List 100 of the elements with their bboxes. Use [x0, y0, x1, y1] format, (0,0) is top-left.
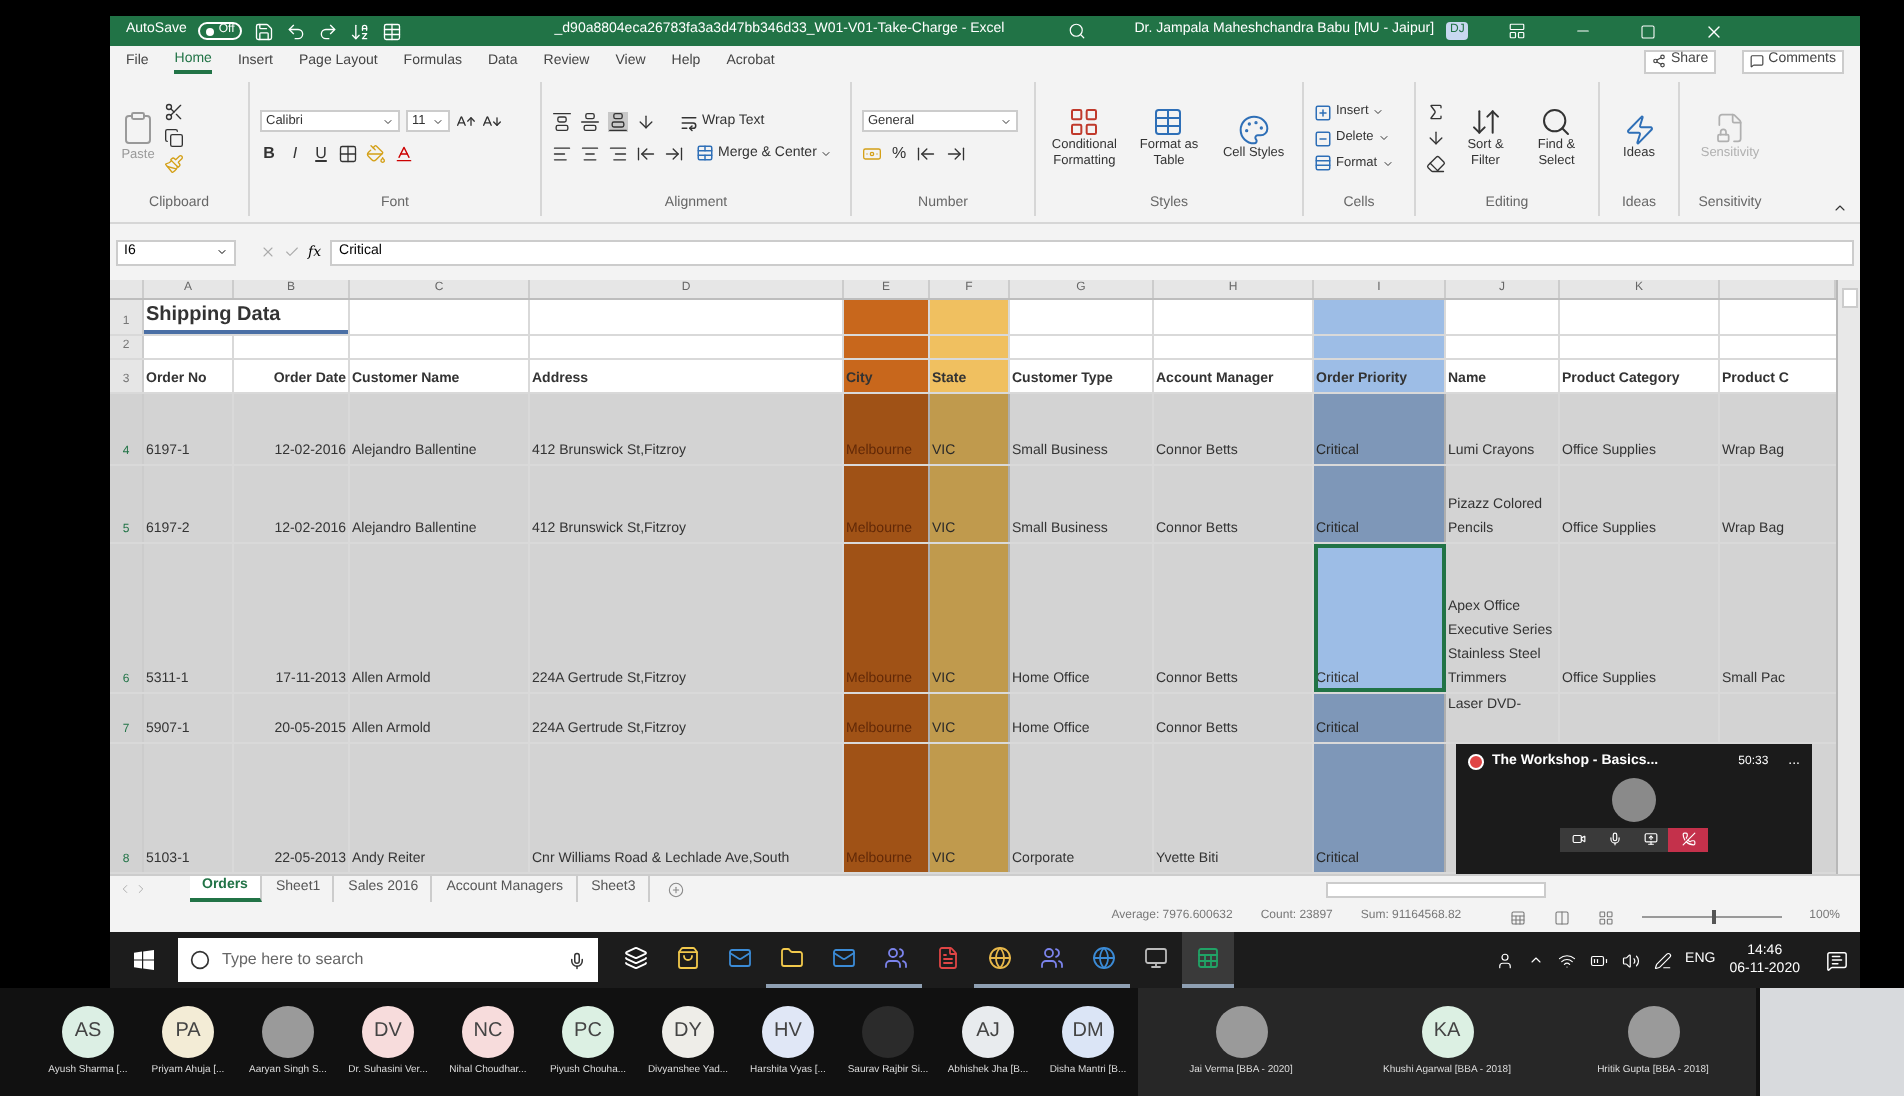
- add-sheet-icon[interactable]: [667, 881, 684, 897]
- people-icon[interactable]: [1495, 951, 1514, 969]
- table-cell[interactable]: [1446, 300, 1560, 334]
- bottom-align-icon[interactable]: [608, 112, 628, 133]
- top-align-icon[interactable]: [552, 112, 572, 133]
- page-layout-icon[interactable]: [1553, 909, 1570, 925]
- clear-icon[interactable]: [1426, 154, 1446, 174]
- table-cell[interactable]: [530, 336, 844, 358]
- avatar-placeholder: [1612, 777, 1656, 821]
- spreadsheet-icon: [1196, 946, 1220, 970]
- search-icon: [190, 950, 210, 970]
- ribbon-display-icon[interactable]: [1508, 22, 1527, 40]
- participant-avatar: AJ: [962, 1005, 1014, 1058]
- folder-icon: [780, 946, 804, 970]
- fill-icon[interactable]: [1426, 128, 1446, 148]
- increase-decimal-icon[interactable]: [916, 144, 937, 164]
- hang-up-icon: [1681, 832, 1695, 846]
- volume-icon[interactable]: [1621, 951, 1640, 969]
- decrease-decimal-icon[interactable]: [946, 144, 967, 164]
- sort-icon[interactable]: [350, 21, 371, 41]
- avatar-placeholder: [862, 1005, 914, 1058]
- network-icon[interactable]: [1557, 951, 1576, 969]
- normal-view-icon[interactable]: [1509, 909, 1526, 925]
- notifications-icon[interactable]: [1826, 949, 1848, 971]
- vertical-scrollbar[interactable]: [1836, 280, 1860, 874]
- autosum-icon[interactable]: [1426, 102, 1446, 122]
- font-style-button[interactable]: B: [260, 142, 278, 166]
- participant-avatar: PA: [162, 1005, 214, 1058]
- table-cell[interactable]: [844, 336, 930, 358]
- undo-icon[interactable]: [286, 21, 307, 41]
- font-style-button[interactable]: U: [312, 142, 330, 166]
- close-icon[interactable]: [1704, 21, 1725, 41]
- table-cell[interactable]: [844, 300, 930, 334]
- globe-icon: [988, 946, 1012, 970]
- table-cell[interactable]: [144, 336, 234, 358]
- task-view-icon: [624, 946, 648, 970]
- table-cell[interactable]: [1446, 336, 1560, 358]
- page-break-icon[interactable]: [1597, 909, 1614, 925]
- middle-align-icon[interactable]: [580, 112, 600, 133]
- copy-icon[interactable]: [164, 128, 184, 148]
- table-cell[interactable]: [1560, 300, 1720, 334]
- battery-icon[interactable]: [1589, 951, 1608, 969]
- save-icon[interactable]: [254, 21, 275, 41]
- camera-icon: [1571, 832, 1585, 846]
- participant-avatar: DY: [662, 1005, 714, 1058]
- shrink-font-icon[interactable]: [482, 111, 502, 131]
- table-cell[interactable]: [1720, 300, 1836, 334]
- table-cell[interactable]: [1010, 336, 1154, 358]
- table-cell[interactable]: [530, 300, 844, 334]
- horizontal-scrollbar[interactable]: [1325, 881, 1546, 897]
- show-hidden-icon[interactable]: [1527, 952, 1544, 968]
- cut-icon[interactable]: [164, 102, 184, 122]
- table-cell[interactable]: [1560, 336, 1720, 358]
- align-right-icon[interactable]: [608, 143, 628, 164]
- shopping-bag-icon: [676, 946, 700, 970]
- participant-avatar: DV: [362, 1005, 414, 1058]
- increase-indent-icon[interactable]: [664, 143, 684, 164]
- participant-avatar: NC: [462, 1005, 514, 1058]
- table-cell[interactable]: [350, 300, 530, 334]
- editing-icon: [1540, 106, 1573, 138]
- screen-icon: [1643, 832, 1657, 846]
- table-icon[interactable]: [382, 21, 403, 41]
- styles-icon: [1152, 106, 1185, 138]
- search-icon[interactable]: [1068, 22, 1087, 40]
- maximize-icon[interactable]: [1640, 23, 1657, 39]
- zoom-thumb[interactable]: [1711, 910, 1716, 924]
- redo-icon[interactable]: [318, 21, 339, 41]
- mail-icon: [832, 946, 856, 970]
- table-cell[interactable]: [234, 336, 350, 358]
- font-color-icon[interactable]: [394, 144, 414, 164]
- windows-logo-icon[interactable]: [134, 950, 154, 970]
- cells-icon: [1314, 129, 1332, 147]
- table-cell[interactable]: [1314, 336, 1446, 358]
- table-cell[interactable]: [1154, 300, 1314, 334]
- pen-icon[interactable]: [1653, 951, 1672, 969]
- font-style-button[interactable]: I: [286, 142, 304, 166]
- orientation-icon[interactable]: [636, 112, 656, 133]
- table-cell[interactable]: [1720, 336, 1836, 358]
- table-cell[interactable]: [930, 300, 1010, 334]
- table-cell[interactable]: [1010, 300, 1154, 334]
- mail-icon: [728, 946, 752, 970]
- table-cell[interactable]: [350, 336, 530, 358]
- table-cell[interactable]: [1720, 694, 1836, 742]
- fill-color-icon[interactable]: [366, 144, 386, 164]
- table-cell[interactable]: [930, 336, 1010, 358]
- decrease-indent-icon[interactable]: [636, 143, 656, 164]
- table-cell[interactable]: [1154, 336, 1314, 358]
- align-left-icon[interactable]: [552, 143, 572, 164]
- sheet-title[interactable]: Shipping Data: [144, 300, 350, 334]
- collapse-ribbon-icon[interactable]: [1832, 200, 1848, 216]
- table-cell[interactable]: [1560, 694, 1720, 742]
- people-icon: [1040, 946, 1064, 970]
- record-icon: [1468, 754, 1484, 771]
- participant-avatar: HV: [762, 1005, 814, 1058]
- grow-font-icon[interactable]: [456, 111, 476, 131]
- search-field[interactable]: Type here to search: [178, 938, 598, 982]
- borders-icon[interactable]: [338, 144, 358, 164]
- table-cell[interactable]: [1314, 300, 1446, 334]
- hang-up-button[interactable]: [1668, 827, 1708, 851]
- align-center-icon[interactable]: [580, 143, 600, 164]
